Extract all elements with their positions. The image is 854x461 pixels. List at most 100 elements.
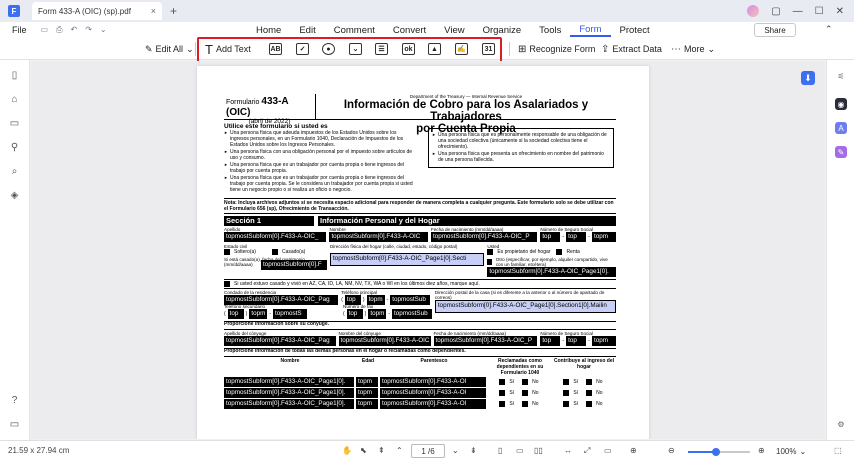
zoom-slider[interactable]: [688, 448, 750, 456]
fecha-nac-field[interactable]: topmostSubform[0].F433-A-OIC_P: [430, 232, 538, 242]
single-page-icon[interactable]: ▯: [498, 446, 502, 455]
reclamadas-si-checkbox[interactable]: [499, 390, 506, 396]
menu-form[interactable]: Form: [570, 24, 611, 37]
row-parentesco-field[interactable]: topmostSubform[0].F433-A-OI: [380, 399, 486, 409]
reclamadas-no-checkbox[interactable]: [522, 379, 529, 385]
ap-conyuge-field[interactable]: topmostSubform[0].F433-A-OIC_Pag: [224, 336, 336, 346]
edit-all-button[interactable]: ✎ Edit All ⌄: [145, 41, 194, 57]
search-icon[interactable]: ⌕: [9, 166, 20, 177]
print-icon[interactable]: ⎙: [56, 25, 62, 35]
message-icon[interactable]: ▭: [9, 419, 20, 430]
read-mode-icon[interactable]: ▭: [604, 446, 612, 455]
nombre-field[interactable]: topmostSubform[0].F433-A-OIC: [329, 232, 428, 242]
undo-icon[interactable]: ↶: [70, 25, 77, 35]
ssn-conyuge-2[interactable]: top: [566, 336, 587, 346]
row-edad-field[interactable]: topm: [356, 399, 378, 409]
zoom-in-slider-icon[interactable]: ⊕: [630, 446, 637, 455]
ssn-conyuge-3[interactable]: topm: [592, 336, 616, 346]
nom-conyuge-field[interactable]: topmostSubform[0].F433-A-OIC: [338, 336, 431, 346]
otro-field[interactable]: topmostSubform[0].F433-A-OIC_Page1[0].: [487, 267, 617, 277]
row-nombre-field[interactable]: topmostSubform[0].F433-A-OIC_Page1[0].: [224, 388, 354, 398]
menu-edit[interactable]: Edit: [290, 25, 324, 36]
soltero-checkbox[interactable]: [224, 249, 230, 255]
contribuye-no-checkbox[interactable]: [586, 401, 593, 407]
continuous-page-icon[interactable]: ▭: [516, 446, 524, 455]
renta-checkbox[interactable]: [556, 249, 563, 255]
contribuye-no-checkbox[interactable]: [586, 390, 593, 396]
reclamadas-si-checkbox[interactable]: [499, 401, 506, 407]
tel-secundario-area[interactable]: top: [227, 309, 244, 319]
fecha-conyuge-field[interactable]: topmostSubform[0].F433-A-OIC_P: [433, 336, 538, 346]
redo-icon[interactable]: ↷: [85, 25, 92, 35]
share-button[interactable]: Share: [754, 23, 796, 37]
ssn-field-1[interactable]: top: [540, 232, 561, 242]
translate-icon[interactable]: A: [835, 122, 847, 134]
select-tool-icon[interactable]: ⬉: [360, 446, 367, 455]
reclamadas-si-checkbox[interactable]: [499, 379, 506, 385]
extract-data-button[interactable]: ⇪ Extract Data: [601, 41, 662, 57]
row-edad-field[interactable]: topm: [356, 388, 378, 398]
menu-home[interactable]: Home: [247, 25, 290, 36]
postal-field[interactable]: topmostSubform[0].F433-A-OIC_Page1[0].Se…: [434, 300, 616, 313]
recognize-form-button[interactable]: ⊞ Recognize Form: [518, 41, 595, 57]
ssn-conyuge-1[interactable]: top: [540, 336, 561, 346]
zoom-knob[interactable]: [711, 448, 720, 456]
file-menu[interactable]: File: [12, 25, 27, 35]
matrimonio-field[interactable]: topmostSubform[0].F: [260, 260, 327, 270]
new-tab-button[interactable]: +: [170, 4, 177, 18]
apellido-field[interactable]: topmostSubform[0].F433-A-OIC_: [224, 232, 327, 242]
settings-icon[interactable]: ⚙: [835, 418, 847, 430]
contribuye-si-checkbox[interactable]: [563, 390, 570, 396]
row-parentesco-field[interactable]: topmostSubform[0].F433-A-OI: [380, 377, 486, 387]
comment-icon[interactable]: ▭: [9, 118, 20, 129]
fax-area[interactable]: top: [346, 309, 363, 319]
page-thumbnail-icon[interactable]: ▯: [9, 70, 20, 81]
edit-ai-icon[interactable]: ✎: [835, 146, 847, 158]
otro-checkbox[interactable]: [487, 259, 492, 265]
bell-icon[interactable]: ▢: [771, 6, 780, 17]
zoom-in-icon[interactable]: ⊕: [758, 446, 765, 455]
menu-view[interactable]: View: [435, 25, 473, 36]
save-icon[interactable]: ▭: [41, 25, 49, 35]
row-nombre-field[interactable]: topmostSubform[0].F433-A-OIC_Page1[0].: [224, 377, 354, 387]
menu-organize[interactable]: Organize: [474, 25, 531, 36]
tel-secundario-prefix[interactable]: topm: [249, 309, 268, 319]
document-viewport[interactable]: Formulario 433-A (OIC) (abril de 2022) D…: [31, 61, 825, 439]
two-page-icon[interactable]: ▯▯: [534, 446, 543, 455]
contribuye-no-checkbox[interactable]: [586, 379, 593, 385]
fullscreen-icon[interactable]: ⬚: [834, 446, 842, 455]
lightbulb-icon[interactable]: ♡: [624, 24, 632, 35]
menu-protect[interactable]: Protect: [611, 25, 659, 36]
first-page-icon[interactable]: ⇞: [378, 446, 385, 455]
help-icon[interactable]: ?: [9, 395, 20, 406]
maximize-icon[interactable]: ☐: [815, 6, 824, 17]
collapse-ribbon-icon[interactable]: ⌃: [825, 24, 833, 35]
hand-tool-icon[interactable]: ✋: [342, 446, 352, 455]
next-page-icon[interactable]: ⌄: [452, 446, 459, 455]
estados-checkbox[interactable]: [224, 281, 230, 287]
properties-icon[interactable]: ⚟: [835, 70, 847, 82]
bookmark-icon[interactable]: ⌂: [9, 94, 20, 105]
download-icon[interactable]: ⬇: [801, 71, 815, 85]
pdf-page[interactable]: Formulario 433-A (OIC) (abril de 2022) D…: [197, 66, 649, 439]
zoom-select[interactable]: 100% ⌄: [776, 444, 810, 458]
ai-assistant-icon[interactable]: ◉: [835, 98, 847, 110]
page-number-input[interactable]: 1 /6: [411, 444, 445, 458]
more-button[interactable]: ⋯ More ⌄: [671, 41, 715, 57]
fit-width-icon[interactable]: ↔: [564, 446, 572, 455]
menu-tools[interactable]: Tools: [530, 25, 570, 36]
fax-prefix[interactable]: topm: [368, 309, 387, 319]
ssn-field-3[interactable]: topm: [592, 232, 616, 242]
casado-checkbox[interactable]: [271, 249, 278, 255]
row-parentesco-field[interactable]: topmostSubform[0].F433-A-OI: [380, 388, 486, 398]
dropdown-icon[interactable]: ⌄: [100, 25, 107, 35]
fit-page-icon[interactable]: ⤢: [584, 446, 590, 456]
document-tab[interactable]: Form 433-A (OIC) (sp).pdf ×: [32, 2, 162, 20]
row-edad-field[interactable]: topm: [356, 377, 378, 387]
avatar[interactable]: [747, 5, 760, 17]
zoom-out-icon[interactable]: ⊖: [668, 446, 675, 455]
last-page-icon[interactable]: ⇟: [470, 446, 477, 455]
reclamadas-no-checkbox[interactable]: [522, 401, 529, 407]
propietario-checkbox[interactable]: [487, 249, 494, 255]
contribuye-si-checkbox[interactable]: [563, 401, 570, 407]
